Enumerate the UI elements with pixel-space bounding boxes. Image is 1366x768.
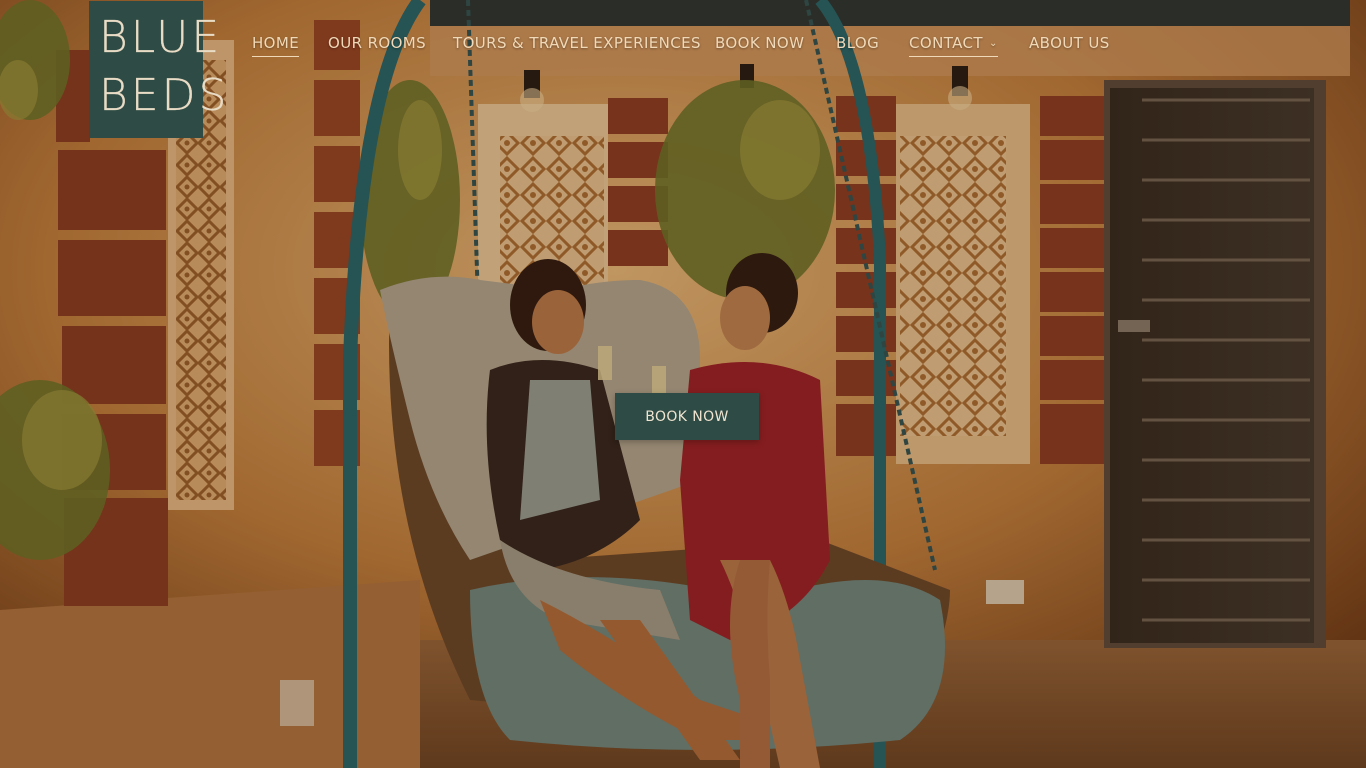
book-now-button[interactable]: BOOK NOW	[615, 393, 759, 440]
nav-item-home[interactable]: HOME	[252, 34, 300, 57]
brand-logo[interactable]: BLUE BEDS	[89, 1, 230, 138]
logo-text-line-2: BEDS	[99, 70, 230, 121]
nav-item-contact[interactable]: CONTACT ⌄	[909, 34, 998, 57]
nav-item-our-rooms[interactable]: OUR ROOMS	[328, 34, 426, 52]
nav-item-book-now[interactable]: BOOK NOW	[715, 34, 804, 52]
nav-item-about-us[interactable]: ABOUT US	[1029, 34, 1110, 52]
main-navigation: HOME OUR ROOMS TOURS & TRAVEL EXPERIENCE…	[0, 30, 1366, 66]
nav-item-contact-label: CONTACT	[909, 34, 983, 52]
chevron-down-icon: ⌄	[988, 38, 998, 49]
nav-item-blog[interactable]: BLOG	[836, 34, 879, 52]
nav-item-tours-travel[interactable]: TOURS & TRAVEL EXPERIENCES	[453, 34, 701, 52]
